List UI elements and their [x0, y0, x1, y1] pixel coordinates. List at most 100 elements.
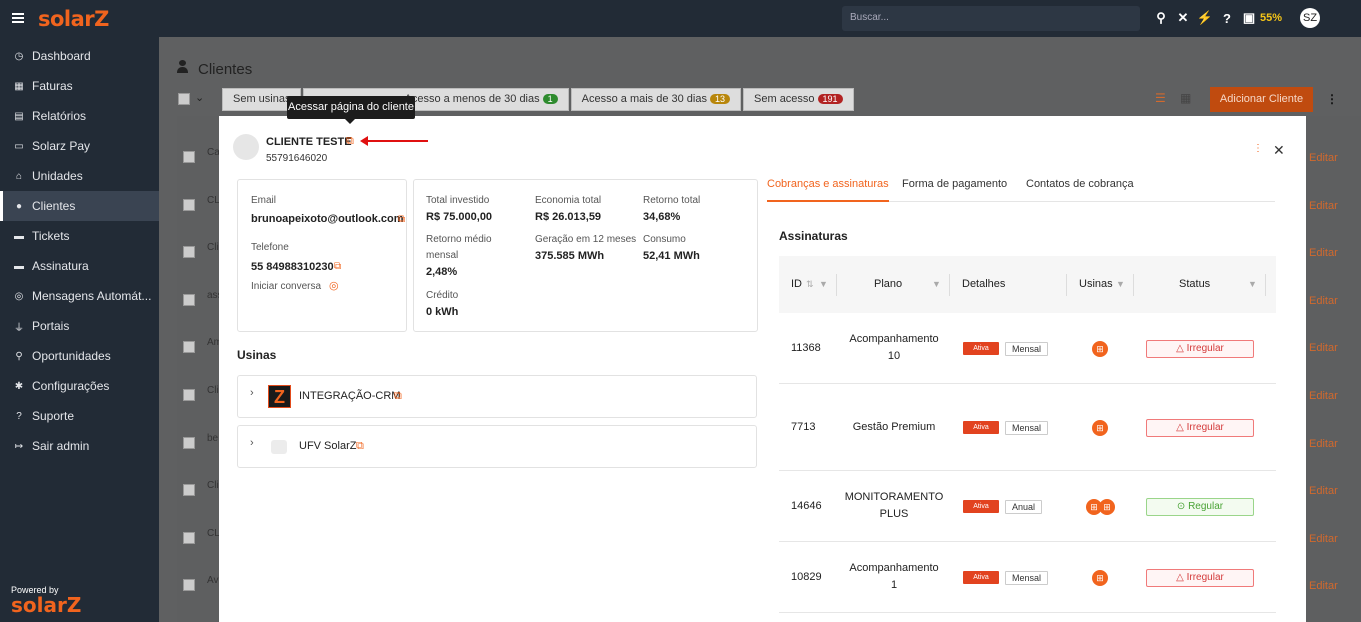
edit-link[interactable]: Editar — [1309, 485, 1338, 497]
chevron-down-icon[interactable]: ⌄ — [195, 91, 204, 104]
external-link-icon[interactable]: ⧉ — [346, 135, 354, 148]
row-checkbox[interactable] — [183, 579, 195, 592]
edit-link[interactable]: Editar — [1309, 152, 1338, 164]
row-checkbox[interactable] — [183, 341, 195, 354]
sort-icon[interactable]: ⇅ — [806, 279, 814, 290]
sidebar-item[interactable]: ⌂ Unidades — [0, 161, 159, 191]
geracao: 375.585 MWh — [535, 250, 605, 262]
select-all-checkbox[interactable] — [178, 93, 190, 105]
edit-link[interactable]: Editar — [1309, 438, 1338, 450]
sidebar-item[interactable]: ▦ Faturas — [0, 71, 159, 101]
usina-logo: Z — [268, 385, 291, 408]
search-input[interactable]: Buscar... — [842, 6, 1140, 31]
filter-tab[interactable]: Sem acesso 191 — [743, 88, 854, 111]
usina-icon[interactable]: ⊞ — [1099, 498, 1115, 515]
edit-link[interactable]: Editar — [1309, 342, 1338, 354]
sidebar-item[interactable]: ▬ Assinatura — [0, 251, 159, 281]
table-row[interactable]: 10829 Acompanhamento 1 Ativa Mensal ⊞ △ Irregu… — [779, 542, 1276, 613]
external-link-icon[interactable]: ⧉ — [356, 440, 364, 453]
add-client-button[interactable]: Adicionar Cliente — [1210, 87, 1313, 112]
logo[interactable]: solarZ — [38, 7, 109, 31]
plug-icon[interactable]: ⚡ — [1194, 10, 1216, 26]
row-checkbox[interactable] — [183, 151, 195, 163]
tab-forma-pagamento[interactable]: Forma de pagamento — [902, 178, 1007, 202]
table-row[interactable]: 7713 Gestão Premium Ativa Mensal ⊞ △ Irregula… — [779, 384, 1276, 471]
usina-icon[interactable]: ⊞ — [1092, 340, 1108, 357]
bell-off-icon[interactable]: ✕ — [1172, 10, 1194, 26]
tab-cobrancas[interactable]: Cobranças e assinaturas — [767, 178, 889, 202]
sidebar-item[interactable]: ▭ Solarz Pay — [0, 131, 159, 161]
chevron-right-icon[interactable]: › — [250, 387, 254, 399]
sidebar-item[interactable]: ▤ Relatórios — [0, 101, 159, 131]
whatsapp-icon[interactable]: ◎ — [329, 279, 339, 292]
avatar[interactable]: SZ — [1300, 8, 1321, 28]
status-irregular: △ Irregular — [1146, 339, 1254, 358]
external-link-icon[interactable]: ⧉ — [394, 390, 402, 403]
dashboard-icon: ◷ — [14, 50, 24, 62]
filter-icon[interactable]: ▼ — [1116, 279, 1125, 289]
sidebar-item[interactable]: ▬ Tickets — [0, 221, 159, 251]
close-icon[interactable]: ✕ — [1273, 142, 1285, 159]
magnifier-icon: ⚲ — [15, 350, 23, 362]
cell-plano: Gestão Premium — [852, 420, 936, 433]
search-icon[interactable]: ⚲ — [1150, 10, 1172, 26]
sidebar-item[interactable]: ◎ Mensagens Automát... — [0, 281, 159, 311]
period-badge: Mensal — [1005, 341, 1049, 356]
edit-link[interactable]: Editar — [1309, 200, 1338, 212]
table-row: Cli — [207, 385, 219, 396]
grid-view-icon[interactable]: ▦ — [1180, 91, 1191, 105]
filter-tab[interactable]: Acesso a mais de 30 dias 13 — [570, 88, 742, 111]
edit-link[interactable]: Editar — [1309, 295, 1338, 307]
client-avatar — [233, 134, 259, 160]
edit-link[interactable]: Editar — [1309, 533, 1338, 545]
row-checkbox[interactable] — [183, 246, 195, 259]
row-checkbox[interactable] — [183, 293, 195, 306]
row-checkbox[interactable] — [183, 531, 195, 544]
more-icon[interactable]: ⋮ — [1326, 92, 1338, 106]
row-checkbox[interactable] — [183, 198, 195, 211]
sidebar-item[interactable]: ● Clientes — [0, 191, 159, 221]
sidebar-item[interactable]: ◷ Dashboard — [0, 41, 159, 71]
period-badge: Mensal — [1005, 570, 1049, 585]
filter-icon[interactable]: ▼ — [932, 279, 941, 289]
sidebar-item[interactable]: ⏚ Portais — [0, 311, 159, 341]
sidebar-item[interactable]: ✱ Configurações — [0, 371, 159, 401]
start-chat-link[interactable]: Iniciar conversa — [251, 281, 321, 292]
row-checkbox[interactable] — [183, 389, 195, 401]
count-badge: 191 — [817, 94, 843, 104]
status-badge: Ativa — [963, 570, 999, 584]
sidebar-item[interactable]: ↦ Sair admin — [0, 431, 159, 461]
sidebar-item[interactable]: ? Suporte — [0, 401, 159, 431]
row-checkbox[interactable] — [183, 436, 195, 449]
chevron-right-icon[interactable]: › — [250, 437, 254, 449]
edit-link[interactable]: Editar — [1309, 247, 1338, 259]
edit-link[interactable]: Editar — [1309, 390, 1338, 402]
copy-icon[interactable]: ⧉ — [334, 261, 341, 272]
filter-icon[interactable]: ▼ — [1248, 279, 1257, 289]
client-name: CLIENTE TESTE — [266, 136, 352, 148]
checklist-icon[interactable]: ▣ — [1238, 10, 1260, 26]
filter-icon[interactable]: ▼ — [819, 279, 828, 289]
table-row: Cli — [207, 242, 219, 254]
table-row[interactable]: 11368 Acompanhamento 10 Ativa Mensal ⊞ △ Irreg… — [779, 313, 1276, 384]
sidebar-item-label: Solarz Pay — [32, 139, 91, 153]
progress-percent[interactable]: 55% — [1260, 12, 1282, 24]
warning-icon: △ — [1176, 342, 1187, 354]
economia-total: R$ 26.013,59 — [535, 211, 602, 223]
usina-item[interactable]: › UFV SolarZ ⧉ — [237, 425, 757, 468]
usina-item[interactable]: › Z INTEGRAÇÃO-CRM ⧉ — [237, 375, 757, 418]
whatsapp-icon: ◎ — [14, 290, 24, 302]
sidebar-item[interactable]: ⚲ Oportunidades — [0, 341, 159, 371]
more-icon[interactable]: ⋮ — [1253, 143, 1263, 154]
table-row[interactable]: 14646 MONITORAMENTO PLUS Ativa Anual ⊞ ⊞ ⊙ Regu… — [779, 471, 1276, 542]
edit-link[interactable]: Editar — [1309, 580, 1338, 592]
tab-contatos-cobranca[interactable]: Contatos de cobrança — [1026, 178, 1134, 202]
row-checkbox[interactable] — [183, 484, 195, 497]
list-view-icon[interactable]: ☰ — [1155, 91, 1166, 105]
copy-icon[interactable]: ⧉ — [398, 214, 405, 225]
usina-icon[interactable]: ⊞ — [1092, 569, 1108, 586]
help-icon[interactable]: ? — [1216, 11, 1238, 26]
menu-icon[interactable] — [12, 12, 28, 25]
warning-icon: △ — [1176, 571, 1187, 583]
usina-icon[interactable]: ⊞ — [1092, 419, 1108, 436]
